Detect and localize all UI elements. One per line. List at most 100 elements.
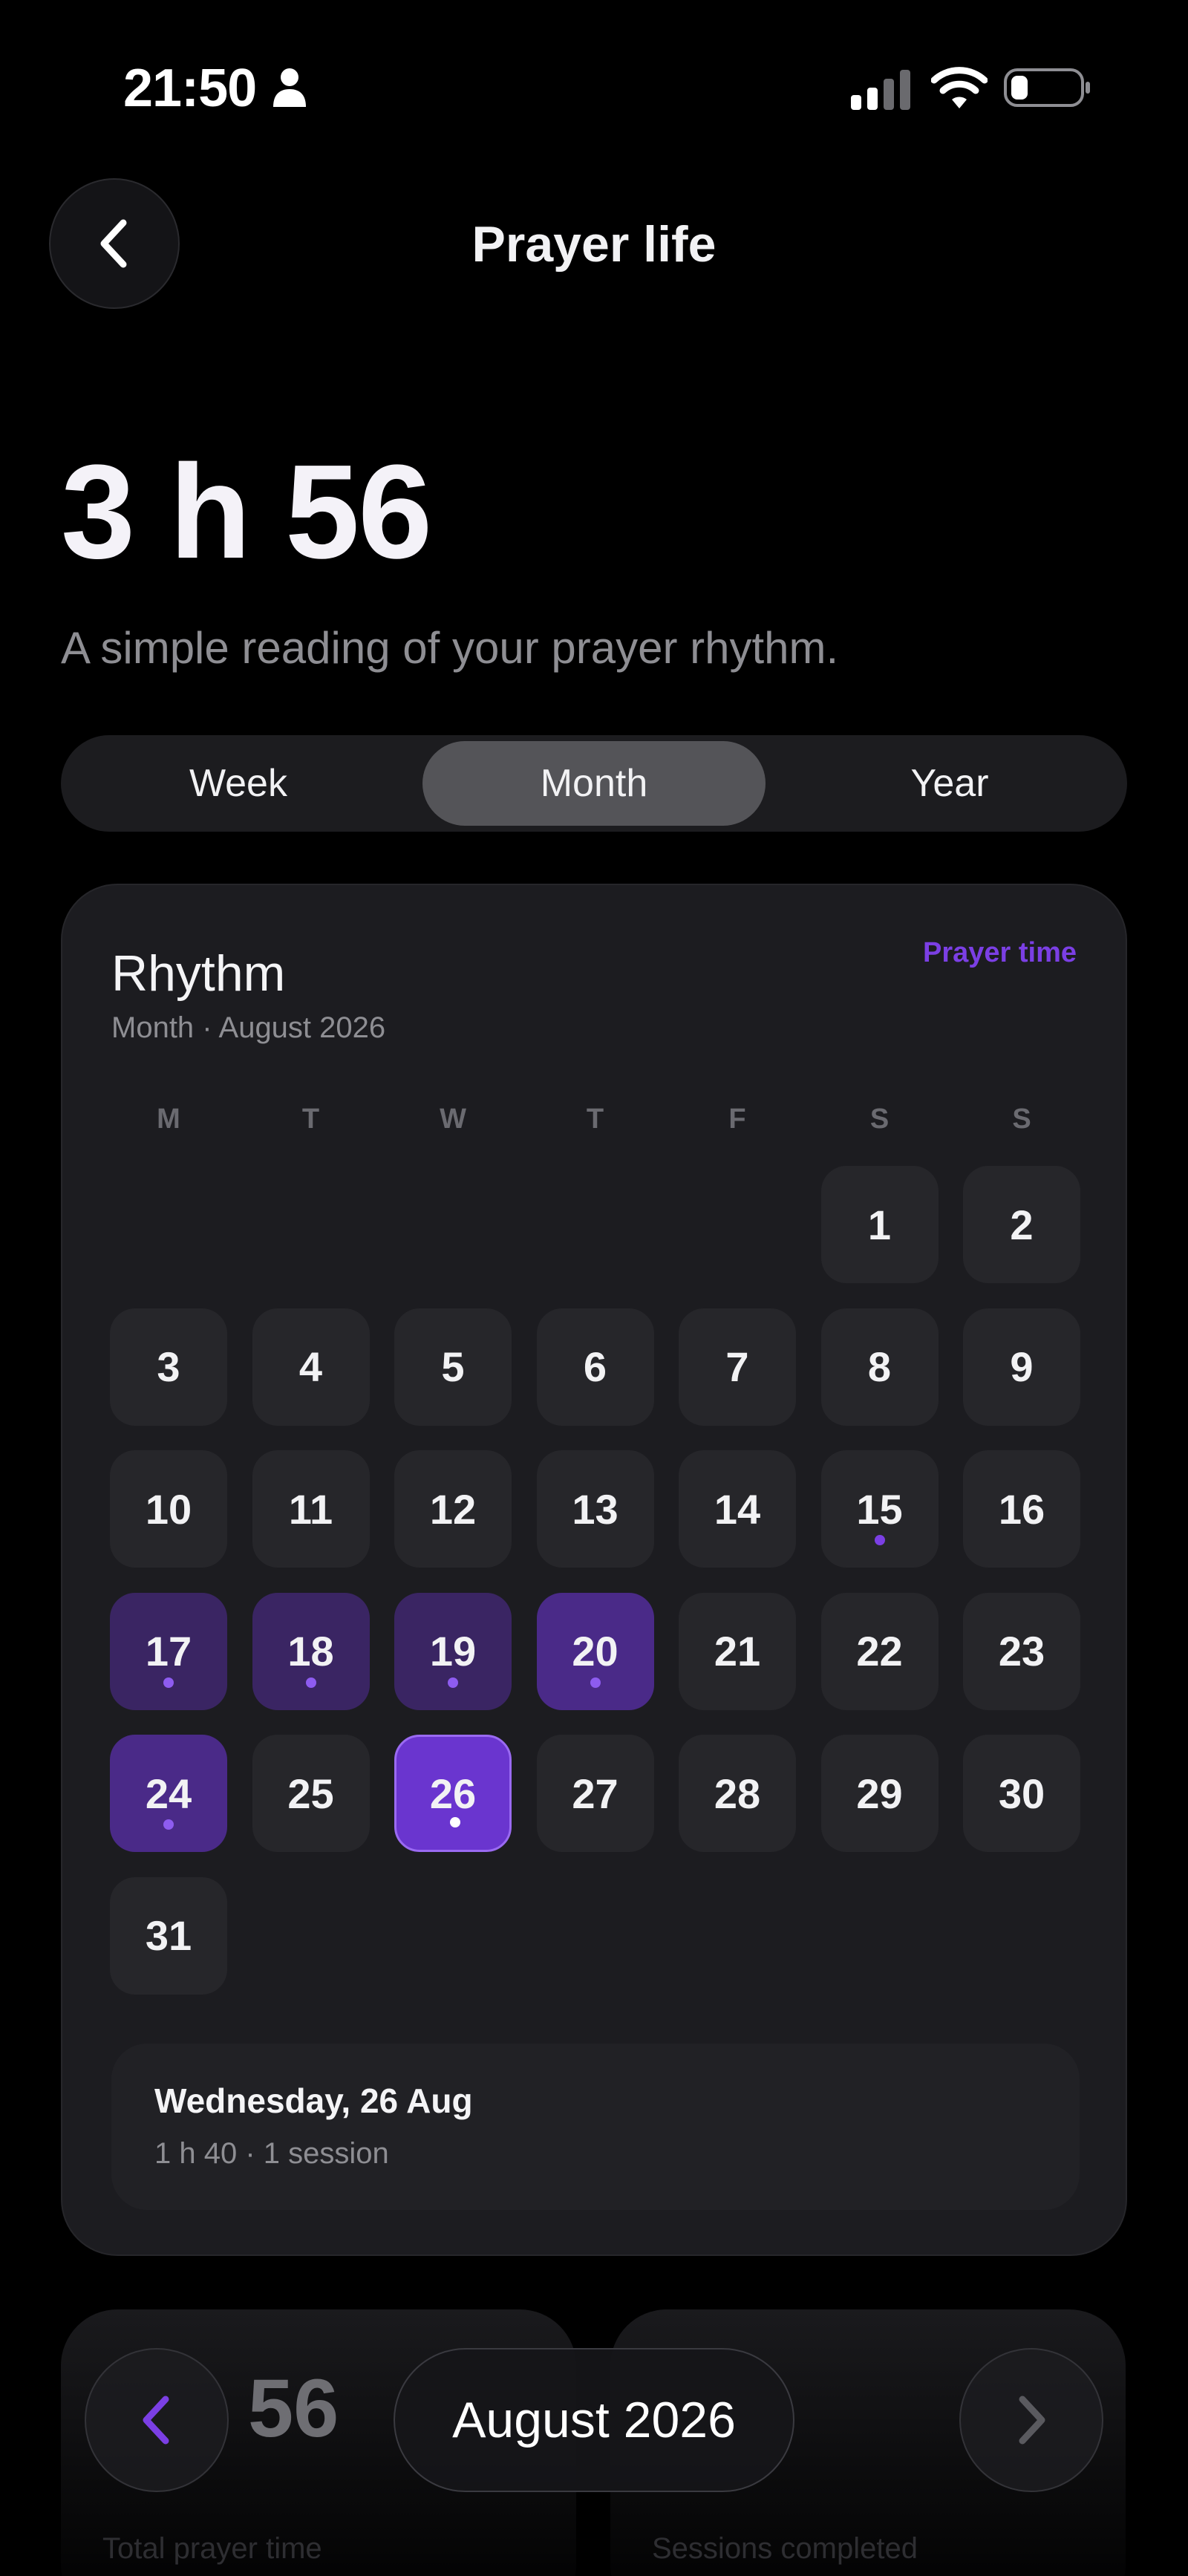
- calendar-day-number: 20: [572, 1628, 619, 1675]
- calendar-day-14[interactable]: 14: [679, 1450, 796, 1568]
- calendar-day-21[interactable]: 21: [679, 1592, 796, 1710]
- calendar-day-number: 8: [867, 1343, 892, 1390]
- card-subtitle: Month · August 2026: [111, 1011, 386, 1044]
- calendar-day-1[interactable]: 1: [820, 1166, 939, 1283]
- calendar-day-number: 10: [145, 1485, 192, 1533]
- calendar-day-9[interactable]: 9: [963, 1308, 1080, 1426]
- card-title: Rhythm: [111, 945, 286, 1002]
- calendar-day-5[interactable]: 5: [394, 1308, 512, 1426]
- calendar-day-number: 11: [288, 1485, 333, 1533]
- calendar-day-3[interactable]: 3: [110, 1308, 227, 1426]
- calendar-day-number: 16: [998, 1485, 1045, 1533]
- tab-month[interactable]: Month: [422, 741, 766, 826]
- current-month-label[interactable]: August 2026: [394, 2348, 794, 2492]
- tab-week[interactable]: Week: [67, 741, 410, 826]
- calendar-day-25[interactable]: 25: [252, 1735, 370, 1852]
- calendar-day-number: 1: [867, 1201, 892, 1248]
- calendar-day-18[interactable]: 18: [252, 1592, 370, 1710]
- calendar-day-7[interactable]: 7: [679, 1308, 796, 1426]
- calendar-day-24[interactable]: 24: [110, 1735, 227, 1852]
- calendar-day-number: 5: [441, 1343, 465, 1390]
- calendar-day-27[interactable]: 27: [536, 1735, 654, 1852]
- calendar-day-17[interactable]: 17: [110, 1592, 227, 1710]
- calendar-day-number: 29: [856, 1770, 903, 1817]
- calendar-day-number: 27: [572, 1770, 619, 1817]
- calendar-day-22[interactable]: 22: [820, 1592, 939, 1710]
- next-month-button[interactable]: [959, 2348, 1103, 2492]
- prayer-dot-indicator: [448, 1677, 458, 1688]
- calendar-day-26[interactable]: 26: [394, 1735, 512, 1852]
- period-segmented-control: Week Month Year: [61, 735, 1127, 832]
- weekday-header: T: [301, 1103, 320, 1135]
- calendar-day-number: 2: [1010, 1201, 1034, 1248]
- calendar-day-13[interactable]: 13: [536, 1450, 654, 1568]
- calendar-day-number: 13: [572, 1485, 619, 1533]
- tab-year[interactable]: Year: [778, 741, 1121, 826]
- person-icon: [273, 68, 306, 107]
- battery-icon: [1004, 68, 1090, 107]
- calendar-day-31[interactable]: 31: [110, 1876, 227, 1995]
- weekday-header: F: [728, 1103, 746, 1135]
- calendar-day-6[interactable]: 6: [536, 1308, 654, 1426]
- calendar-day-number: 21: [714, 1628, 761, 1675]
- calendar-day-number: 31: [145, 1912, 192, 1959]
- total-prayer-time: 3 h 56: [61, 437, 432, 587]
- stat-label: Sessions completed: [652, 2532, 918, 2565]
- rhythm-card: Rhythm Month · August 2026 Prayer time W…: [61, 884, 1127, 2256]
- calendar-day-28[interactable]: 28: [679, 1735, 796, 1852]
- calendar-day-number: 4: [298, 1343, 323, 1390]
- calendar-day-15[interactable]: 15: [820, 1450, 939, 1568]
- calendar-day-29[interactable]: 29: [820, 1735, 939, 1852]
- stat-label: Total prayer time: [102, 2532, 322, 2565]
- calendar-day-number: 3: [157, 1343, 180, 1390]
- status-time: 21:50: [123, 59, 257, 118]
- calendar-day-20[interactable]: 20: [536, 1592, 654, 1710]
- weekday-header: M: [157, 1103, 180, 1135]
- calendar-day-number: 28: [714, 1770, 761, 1817]
- calendar-day-number: 18: [287, 1628, 334, 1675]
- prayer-dot-indicator: [590, 1677, 601, 1688]
- calendar-day-number: 22: [856, 1628, 903, 1675]
- calendar-day-11[interactable]: 11: [252, 1450, 370, 1568]
- calendar-day-number: 12: [429, 1485, 477, 1533]
- selected-day-summary: 1 h 40 · 1 session: [154, 2137, 389, 2170]
- chevron-right-icon: [1019, 2396, 1045, 2445]
- chevron-left-icon: [143, 2396, 169, 2445]
- weekday-header: W: [440, 1103, 466, 1135]
- calendar-day-number: 30: [998, 1770, 1045, 1817]
- weekday-header: S: [1012, 1103, 1031, 1135]
- calendar-day-8[interactable]: 8: [820, 1308, 939, 1426]
- calendar-day-number: 25: [287, 1770, 334, 1817]
- page-title: Prayer life: [471, 216, 717, 273]
- prayer-dot-indicator: [874, 1535, 885, 1545]
- hero-subtitle: A simple reading of your prayer rhythm.: [61, 623, 839, 673]
- signal-icon: [851, 70, 910, 110]
- calendar-day-number: 15: [856, 1485, 903, 1533]
- prayer-dot-indicator: [450, 1817, 460, 1827]
- calendar-day-4[interactable]: 4: [252, 1308, 370, 1426]
- calendar-day-2[interactable]: 2: [963, 1166, 1080, 1283]
- prayer-time-legend: Prayer time: [922, 937, 1077, 968]
- calendar-day-number: 17: [145, 1628, 192, 1675]
- calendar-day-19[interactable]: 19: [394, 1592, 512, 1710]
- wifi-icon: [931, 67, 988, 108]
- previous-month-button[interactable]: [85, 2348, 229, 2492]
- weekday-header: S: [869, 1103, 890, 1135]
- calendar-day-number: 23: [998, 1628, 1045, 1675]
- stat-value: 56: [248, 2363, 339, 2454]
- calendar-day-12[interactable]: 12: [394, 1450, 512, 1568]
- calendar-day-number: 19: [429, 1628, 477, 1675]
- calendar-day-number: 7: [725, 1343, 749, 1390]
- prayer-dot-indicator: [163, 1819, 174, 1830]
- calendar-day-16[interactable]: 16: [963, 1450, 1080, 1568]
- calendar-day-30[interactable]: 30: [963, 1735, 1080, 1852]
- selected-day-detail: Wednesday, 26 Aug 1 h 40 · 1 session: [111, 2044, 1080, 2210]
- prayer-dot-indicator: [163, 1677, 174, 1688]
- calendar-day-number: 9: [1010, 1343, 1034, 1390]
- weekday-header: T: [586, 1103, 604, 1135]
- calendar-day-number: 26: [429, 1770, 477, 1817]
- calendar-day-23[interactable]: 23: [963, 1592, 1080, 1710]
- calendar-day-10[interactable]: 10: [110, 1450, 227, 1568]
- selected-day-title: Wednesday, 26 Aug: [154, 2081, 473, 2120]
- calendar-day-number: 14: [714, 1485, 761, 1533]
